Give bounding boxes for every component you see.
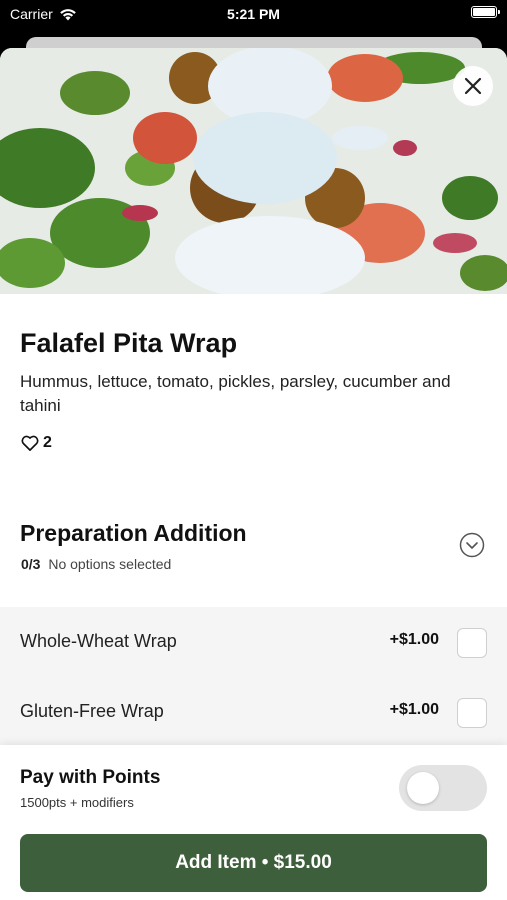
- add-item-button[interactable]: Add Item • $15.00: [20, 834, 487, 892]
- battery-icon: [471, 6, 500, 18]
- points-subtitle: 1500pts + modifiers: [20, 795, 134, 810]
- like-count: 2: [43, 434, 52, 451]
- like-control[interactable]: 2: [21, 434, 52, 452]
- chevron-down-circle-icon: [459, 532, 485, 558]
- option-row[interactable]: Gluten-Free Wrap +$1.00: [0, 677, 507, 747]
- option-price: +$1.00: [389, 631, 439, 648]
- option-row[interactable]: Whole-Wheat Wrap +$1.00: [0, 607, 507, 677]
- option-checkbox[interactable]: [457, 628, 487, 658]
- option-label: Gluten-Free Wrap: [20, 701, 164, 721]
- product-image: [0, 48, 507, 294]
- section-title: Preparation Addition: [20, 520, 247, 546]
- falafel-wrap-photo: [0, 48, 507, 294]
- selected-status: No options selected: [48, 556, 172, 572]
- heart-icon: [21, 435, 39, 451]
- option-label: Whole-Wheat Wrap: [20, 631, 177, 651]
- status-right: [471, 6, 500, 18]
- close-button[interactable]: [453, 66, 493, 106]
- selected-count: 0/3: [21, 556, 41, 572]
- pay-with-points-toggle[interactable]: [399, 765, 487, 811]
- close-icon: [464, 77, 482, 95]
- options-list: Whole-Wheat Wrap +$1.00 Gluten-Free Wrap…: [0, 607, 507, 747]
- status-time: 5:21 PM: [227, 6, 280, 22]
- product-description: Hummus, lettuce, tomato, pickles, parsle…: [20, 372, 451, 415]
- toggle-knob: [407, 772, 439, 804]
- option-price: +$1.00: [389, 701, 439, 718]
- footer-bar: Pay with Points 1500pts + modifiers Add …: [0, 745, 507, 900]
- points-title: Pay with Points: [20, 767, 161, 788]
- section-subtitle: 0/3 No options selected: [21, 556, 171, 572]
- option-checkbox[interactable]: [457, 698, 487, 728]
- product-title: Falafel Pita Wrap: [20, 328, 238, 358]
- status-bar: Carrier 5:21 PM: [0, 0, 507, 30]
- item-detail-sheet: Falafel Pita Wrap Hummus, lettuce, tomat…: [0, 48, 507, 900]
- section-collapse-button[interactable]: [459, 532, 485, 558]
